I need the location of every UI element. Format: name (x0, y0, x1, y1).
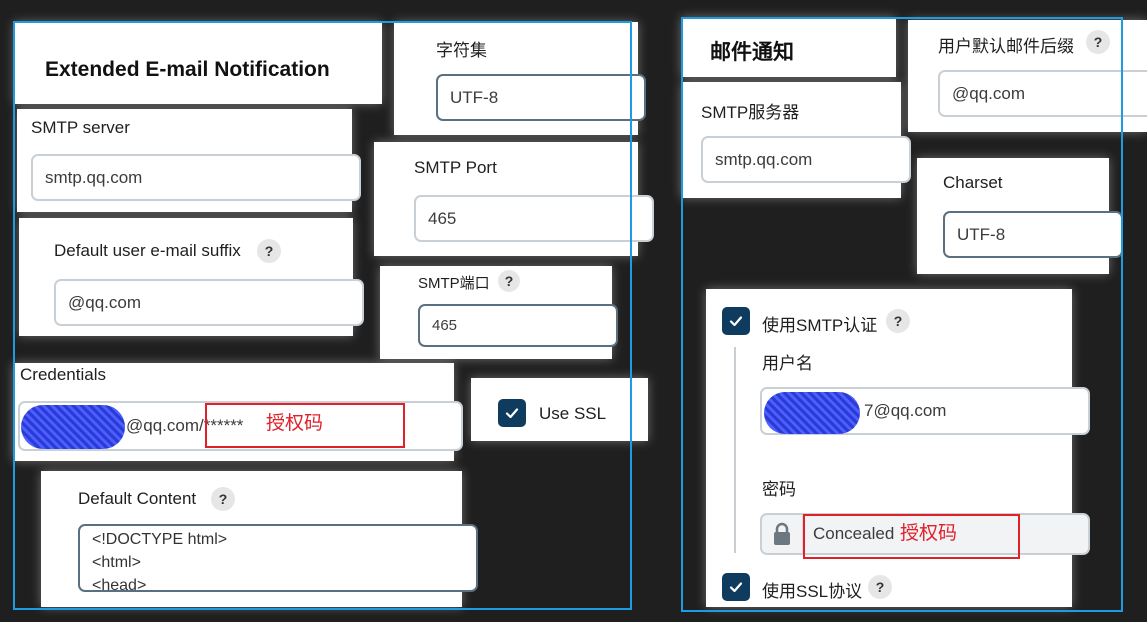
smtp-server-card: SMTP server smtp.qq.com (17, 109, 361, 212)
default-suffix-card: Default user e-mail suffix ? @qq.com (19, 218, 364, 336)
smtp-server-cn-label: SMTP服务器 (701, 103, 800, 122)
check-icon (729, 316, 743, 327)
annotation-text: 授权码 (266, 413, 324, 434)
credentials-label: Credentials (20, 365, 106, 384)
default-content-label: Default Content (78, 489, 197, 508)
help-icon[interactable]: ? (257, 239, 281, 263)
lock-icon (762, 515, 803, 553)
smtp-port-cn-input[interactable]: 465 (418, 304, 618, 347)
charset-card: Charset UTF-8 (917, 158, 1123, 274)
default-content-card: Default Content ? <!DOCTYPE html> <html>… (41, 471, 478, 607)
code-line: <!DOCTYPE html> (92, 531, 228, 548)
charset-input[interactable]: UTF-8 (943, 211, 1123, 258)
indent-line (734, 347, 736, 553)
help-icon[interactable]: ? (868, 575, 892, 599)
use-ssl-checkbox[interactable] (498, 399, 526, 427)
smtp-port-label: SMTP Port (414, 158, 497, 177)
smtp-port-card: SMTP Port 465 (374, 142, 654, 256)
redaction-mark (764, 392, 860, 434)
use-smtp-auth-label: 使用SMTP认证 (762, 316, 878, 335)
code-line: <html> (92, 554, 141, 571)
annotation-text: 授权码 (900, 523, 958, 544)
section-title: Extended E-mail Notification (45, 58, 330, 81)
username-label: 用户名 (762, 354, 813, 373)
title-card-cn: 邮件通知 (681, 17, 896, 77)
default-suffix-cn-input[interactable]: @qq.com (938, 70, 1147, 117)
help-icon[interactable]: ? (498, 270, 520, 292)
default-suffix-input[interactable]: @qq.com (54, 279, 364, 326)
password-label: 密码 (762, 480, 796, 499)
charset-label: Charset (943, 173, 1003, 192)
use-ssl-label: Use SSL (539, 404, 607, 423)
smtp-server-label: SMTP server (31, 118, 130, 137)
smtp-server-input[interactable]: smtp.qq.com (31, 154, 361, 201)
use-ssl-cn-checkbox[interactable] (722, 573, 750, 601)
charset-cn-card: 字符集 UTF-8 (394, 22, 646, 135)
use-ssl-cn-label: 使用SSL协议 (762, 582, 863, 601)
smtp-port-cn-card: SMTP端口 ? 465 (380, 266, 618, 359)
smtp-port-cn-label: SMTP端口 (418, 275, 490, 292)
smtp-server-cn-card: SMTP服务器 smtp.qq.com (681, 82, 911, 198)
smtp-port-input[interactable]: 465 (414, 195, 654, 242)
redaction-mark (21, 405, 125, 449)
title-card-en: Extended E-mail Notification (14, 22, 382, 104)
use-smtp-auth-checkbox[interactable] (722, 307, 750, 335)
default-suffix-label: Default user e-mail suffix (54, 241, 241, 260)
username-value: 7@qq.com (864, 401, 947, 420)
smtp-auth-card: 使用SMTP认证 ? 用户名 7@qq.com 密码 Concealed 授权码… (706, 289, 1090, 607)
charset-cn-label: 字符集 (436, 41, 487, 60)
credentials-card: Credentials @qq.com/****** 授权码 (13, 363, 463, 461)
check-icon (729, 582, 743, 593)
check-icon (505, 408, 519, 419)
help-icon[interactable]: ? (211, 487, 235, 511)
default-suffix-cn-card: 用户默认邮件后缀 ? @qq.com (908, 20, 1147, 132)
help-icon[interactable]: ? (1086, 30, 1110, 54)
default-suffix-cn-label: 用户默认邮件后缀 (938, 37, 1074, 56)
help-icon[interactable]: ? (886, 309, 910, 333)
default-content-textarea[interactable]: <!DOCTYPE html> <html> <head> (78, 524, 478, 592)
code-line: <head> (92, 577, 147, 592)
section-title-cn: 邮件通知 (710, 41, 794, 64)
charset-cn-input[interactable]: UTF-8 (436, 74, 646, 121)
smtp-server-cn-input[interactable]: smtp.qq.com (701, 136, 911, 183)
use-ssl-card: Use SSL (471, 378, 648, 441)
